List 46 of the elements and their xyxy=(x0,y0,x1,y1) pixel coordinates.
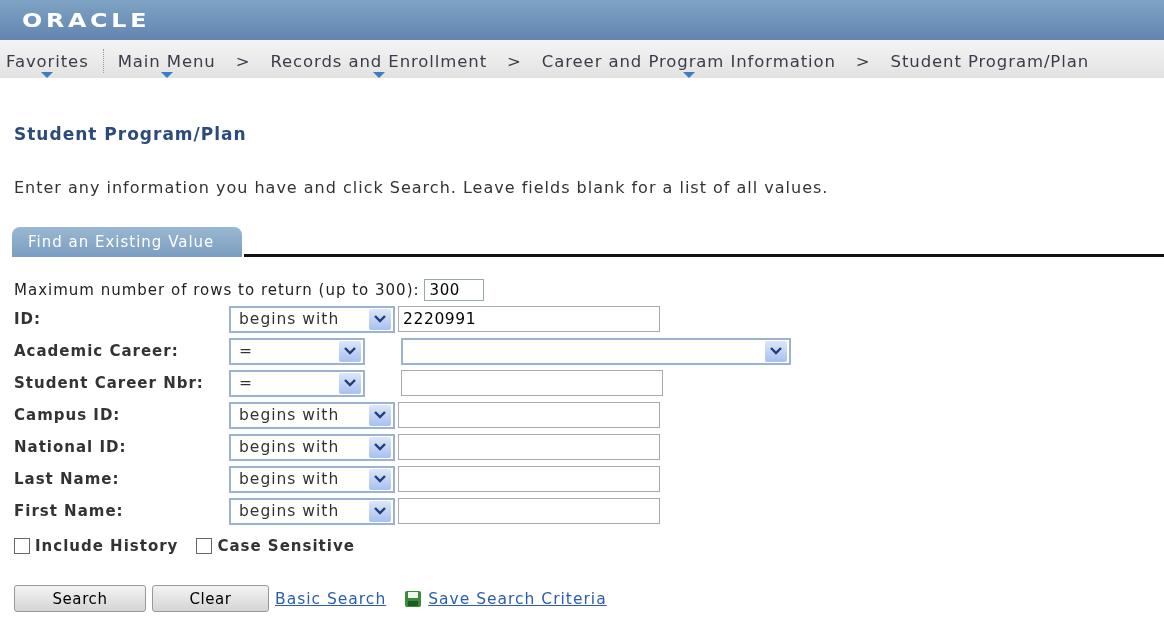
input-field[interactable] xyxy=(401,370,663,396)
breadcrumb-link[interactable]: Career and Program Information xyxy=(541,52,836,71)
breadcrumb-separator: > xyxy=(235,52,251,71)
operator-dropdown[interactable]: = xyxy=(229,369,365,397)
action-button[interactable]: Clear xyxy=(152,585,269,612)
breadcrumb-separator: > xyxy=(855,52,871,71)
field-label: ID: xyxy=(14,310,43,328)
input-field[interactable] xyxy=(398,434,660,460)
operator-dropdown[interactable]: begins with xyxy=(229,433,395,461)
operator-dropdown[interactable]: begins with xyxy=(229,465,395,493)
field-label: Student Career Nbr: xyxy=(14,374,205,392)
field-label: Last Name: xyxy=(14,470,121,488)
breadcrumb-link[interactable]: Favorites xyxy=(6,52,89,71)
field-label: National ID: xyxy=(14,438,128,456)
input-field[interactable] xyxy=(398,402,660,428)
action-button[interactable]: Search xyxy=(14,585,146,612)
breadcrumb-link[interactable]: Records and Enrollment xyxy=(270,52,488,71)
link[interactable]: Save Search Criteria xyxy=(428,589,607,608)
breadcrumb-separator: > xyxy=(507,52,522,71)
input-field[interactable]: 2220991 xyxy=(398,306,660,332)
operator-dropdown[interactable]: = xyxy=(229,337,365,365)
field-label: First Name: xyxy=(14,502,125,520)
link[interactable]: Basic Search xyxy=(275,589,387,608)
instructions-text: Enter any information you have and click Search. Leave fields blank for a list of all values. xyxy=(14,178,830,197)
checkbox-label: Include History xyxy=(35,537,179,555)
dropdown-caret-icon xyxy=(372,72,385,78)
field-label: Campus ID: xyxy=(14,406,122,424)
value-dropdown[interactable] xyxy=(401,337,791,365)
page-title: Student Program/Plan xyxy=(14,124,248,144)
dropdown-caret-icon xyxy=(682,72,695,78)
field-label: Maximum number of rows to return (up to 300): xyxy=(14,281,420,299)
breadcrumb-link[interactable]: Student Program/Plan xyxy=(890,52,1090,71)
logo: ORACLE xyxy=(22,9,151,31)
operator-dropdown[interactable]: begins with xyxy=(229,497,395,525)
input-field[interactable] xyxy=(398,466,660,492)
checkbox[interactable] xyxy=(14,538,30,554)
max-rows-field[interactable]: 300 xyxy=(423,279,484,301)
operator-dropdown[interactable]: begins with xyxy=(229,401,395,429)
checkbox-label: Case Sensitive xyxy=(217,537,355,555)
operator-dropdown[interactable]: begins with xyxy=(229,305,395,333)
dropdown-caret-icon xyxy=(160,72,173,78)
input-field[interactable] xyxy=(398,498,660,524)
dropdown-caret-icon xyxy=(41,72,54,78)
field-label: Academic Career: xyxy=(14,342,180,360)
checkbox[interactable] xyxy=(196,538,213,554)
breadcrumb-link[interactable]: Main Menu xyxy=(117,52,216,71)
